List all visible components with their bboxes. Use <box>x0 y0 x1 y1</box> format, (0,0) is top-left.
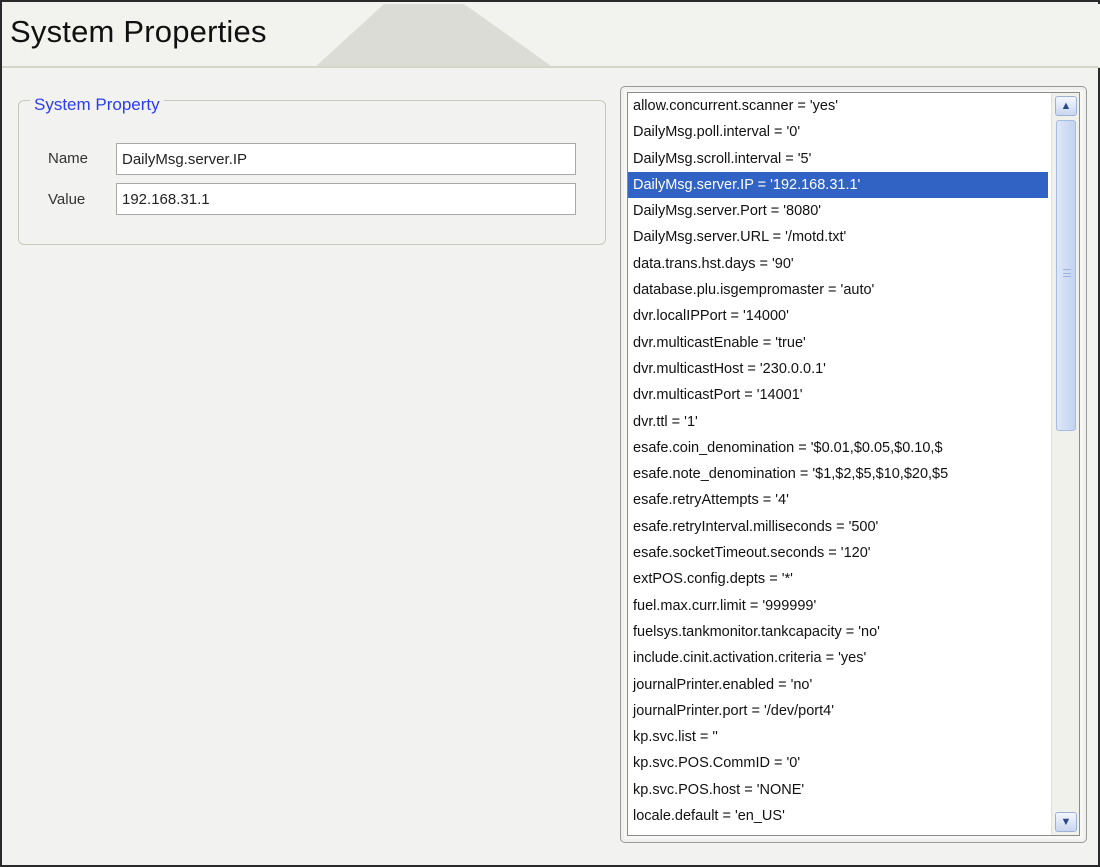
list-item[interactable]: esafe.socketTimeout.seconds = '120' <box>628 540 1048 566</box>
value-label: Value <box>48 191 86 208</box>
list-item[interactable]: kp.svc.POS.host = 'NONE' <box>628 777 1048 803</box>
list-item[interactable]: DailyMsg.server.IP = '192.168.31.1' <box>628 171 1048 199</box>
list-item[interactable]: kp.svc.POS.CommID = '0' <box>628 750 1048 776</box>
title-bar: System Properties <box>4 4 1100 68</box>
list-item[interactable]: dvr.multicastHost = '230.0.0.1' <box>628 356 1048 382</box>
list-item[interactable]: DailyMsg.scroll.interval = '5' <box>628 146 1048 172</box>
list-item[interactable]: DailyMsg.server.Port = '8080' <box>628 198 1048 224</box>
header-divider <box>2 66 1098 68</box>
list-item[interactable]: esafe.retryAttempts = '4' <box>628 487 1048 513</box>
name-field[interactable] <box>116 143 576 175</box>
page-title: System Properties <box>10 14 267 49</box>
list-item[interactable]: DailyMsg.poll.interval = '0' <box>628 119 1048 145</box>
list-item[interactable]: database.plu.isgempromaster = 'auto' <box>628 277 1048 303</box>
scroll-down-icon[interactable]: ▼ <box>1055 812 1077 832</box>
list-item[interactable]: DailyMsg.server.URL = '/motd.txt' <box>628 224 1048 250</box>
list-item[interactable]: allow.concurrent.scanner = 'yes' <box>628 93 1048 119</box>
grip-icon <box>1063 269 1071 277</box>
list-scrollbar[interactable]: ▲ ▼ <box>1051 93 1079 835</box>
list-item[interactable]: kp.svc.list = '' <box>628 724 1048 750</box>
header-decoration <box>315 4 553 67</box>
list-item[interactable]: journalPrinter.enabled = 'no' <box>628 672 1048 698</box>
list-item[interactable]: locale.default = 'en_US' <box>628 803 1048 829</box>
name-label: Name <box>48 150 89 167</box>
property-list-items: allow.concurrent.scanner = 'yes' DailyMsg… <box>628 93 1048 829</box>
list-item[interactable]: fuel.max.curr.limit = '999999' <box>628 593 1048 619</box>
list-item[interactable]: fuelsys.tankmonitor.tankcapacity = 'no' <box>628 619 1048 645</box>
list-item[interactable]: extPOS.config.depts = '*' <box>628 566 1048 592</box>
list-item[interactable]: esafe.note_denomination = '$1,$2,$5,$10,… <box>628 461 1048 487</box>
list-item[interactable]: esafe.retryInterval.milliseconds = '500' <box>628 514 1048 540</box>
list-item[interactable]: dvr.multicastEnable = 'true' <box>628 330 1048 356</box>
list-item[interactable]: dvr.ttl = '1' <box>628 409 1048 435</box>
list-item[interactable]: include.cinit.activation.criteria = 'yes… <box>628 645 1048 671</box>
list-item[interactable]: dvr.multicastPort = '14001' <box>628 382 1048 408</box>
list-item[interactable]: esafe.coin_denomination = '$0.01,$0.05,$… <box>628 435 1048 461</box>
scroll-up-icon[interactable]: ▲ <box>1055 96 1077 116</box>
scroll-thumb[interactable] <box>1056 120 1076 431</box>
list-item[interactable]: journalPrinter.port = '/dev/port4' <box>628 698 1048 724</box>
value-field[interactable] <box>116 183 576 215</box>
list-item[interactable]: dvr.localIPPort = '14000' <box>628 303 1048 329</box>
list-item[interactable]: data.trans.hst.days = '90' <box>628 251 1048 277</box>
property-list[interactable]: allow.concurrent.scanner = 'yes' DailyMsg… <box>627 92 1080 836</box>
group-legend: System Property <box>30 95 164 115</box>
